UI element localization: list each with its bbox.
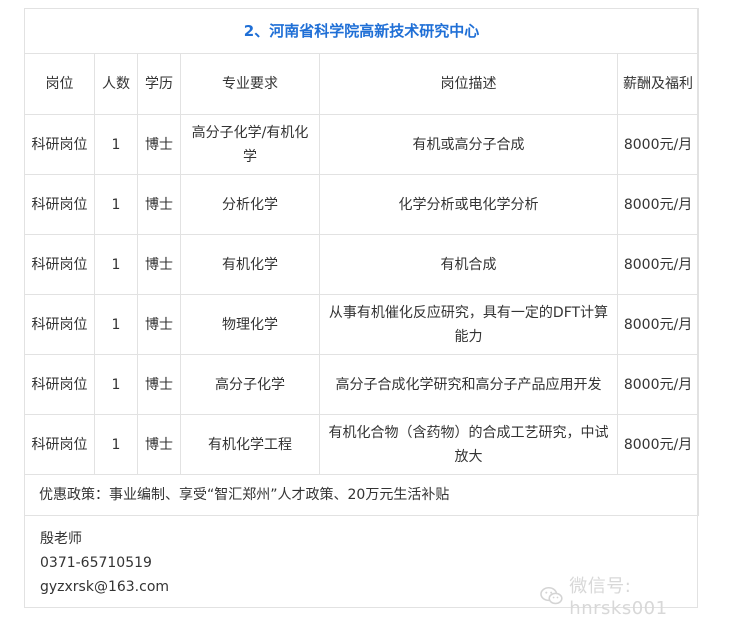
cell-count: 1 (94, 414, 138, 475)
title-row: 2、河南省科学院高新技术研究中心 (23, 8, 700, 54)
cell-description: 化学分析或电化学分析 (319, 174, 618, 235)
cell-count: 1 (94, 354, 138, 415)
cell-salary: 8000元/月 (616, 414, 700, 475)
cell-degree: 博士 (137, 354, 181, 415)
cell-position: 科研岗位 (24, 354, 95, 415)
table-row: 科研岗位 1 博士 高分子化学/有机化学 有机或高分子合成 8000元/月 (24, 114, 700, 175)
benefits-row: 优惠政策：事业编制、享受“智汇郑州”人才政策、20万元生活补贴 (23, 474, 700, 516)
cell-count: 1 (94, 174, 138, 235)
cell-major: 有机化学 (180, 234, 320, 295)
cell-salary: 8000元/月 (616, 354, 700, 415)
cell-degree: 博士 (137, 234, 181, 295)
table-row: 科研岗位 1 博士 有机化学工程 有机化合物（含药物）的合成工艺研究，中试放大 … (24, 414, 700, 475)
table-row: 科研岗位 1 博士 高分子化学 高分子合成化学研究和高分子产品应用开发 8000… (24, 354, 700, 415)
cell-count: 1 (94, 294, 138, 355)
cell-degree: 博士 (137, 114, 181, 175)
cell-salary: 8000元/月 (616, 174, 700, 235)
header-count: 人数 (94, 53, 138, 115)
cell-degree: 博士 (137, 414, 181, 475)
cell-degree: 博士 (137, 294, 181, 355)
cell-position: 科研岗位 (24, 174, 95, 235)
table-row: 科研岗位 1 博士 分析化学 化学分析或电化学分析 8000元/月 (24, 174, 700, 235)
jobs-table: 2、河南省科学院高新技术研究中心 岗位 人数 学历 专业要求 岗位描述 薪酬及福… (23, 8, 700, 516)
contact-email: gyzxrsk@163.com (40, 579, 170, 595)
cell-description: 有机或高分子合成 (319, 114, 618, 175)
header-row: 岗位 人数 学历 专业要求 岗位描述 薪酬及福利 (24, 53, 700, 115)
cell-description: 有机合成 (319, 234, 618, 295)
header-degree: 学历 (137, 53, 181, 115)
cell-degree: 博士 (137, 174, 181, 235)
cell-major: 物理化学 (180, 294, 320, 355)
wechat-icon (540, 586, 563, 604)
cell-salary: 8000元/月 (616, 294, 700, 355)
cell-description: 从事有机催化反应研究，具有一定的DFT计算能力 (319, 294, 618, 355)
cell-position: 科研岗位 (24, 294, 95, 355)
benefits-text: 优惠政策：事业编制、享受“智汇郑州”人才政策、20万元生活补贴 (23, 474, 700, 516)
watermark-text: 微信号: hnrsks001 (569, 576, 668, 619)
cell-major: 有机化学工程 (180, 414, 320, 475)
contact-phone: 0371-65710519 (40, 555, 152, 571)
cell-position: 科研岗位 (24, 414, 95, 475)
cell-major: 高分子化学 (180, 354, 320, 415)
cell-position: 科研岗位 (24, 234, 95, 295)
cell-position: 科研岗位 (24, 114, 95, 175)
table-title: 2、河南省科学院高新技术研究中心 (23, 8, 700, 54)
table-row: 科研岗位 1 博士 物理化学 从事有机催化反应研究，具有一定的DFT计算能力 8… (24, 294, 700, 355)
contact-block: 殷老师 0371-65710519 gyzxrsk@163.com (40, 527, 169, 599)
contact-name: 殷老师 (40, 531, 82, 547)
header-salary: 薪酬及福利 (616, 53, 700, 115)
cell-major: 高分子化学/有机化学 (180, 114, 320, 175)
table-row: 科研岗位 1 博士 有机化学 有机合成 8000元/月 (24, 234, 700, 295)
header-description: 岗位描述 (319, 53, 618, 115)
cell-description: 有机化合物（含药物）的合成工艺研究，中试放大 (319, 414, 618, 475)
header-major: 专业要求 (180, 53, 320, 115)
cell-count: 1 (94, 234, 138, 295)
cell-major: 分析化学 (180, 174, 320, 235)
wechat-watermark: 微信号: hnrsks001 (540, 572, 731, 619)
header-position: 岗位 (24, 53, 95, 115)
cell-salary: 8000元/月 (616, 234, 700, 295)
cell-count: 1 (94, 114, 138, 175)
cell-description: 高分子合成化学研究和高分子产品应用开发 (319, 354, 618, 415)
cell-salary: 8000元/月 (616, 114, 700, 175)
